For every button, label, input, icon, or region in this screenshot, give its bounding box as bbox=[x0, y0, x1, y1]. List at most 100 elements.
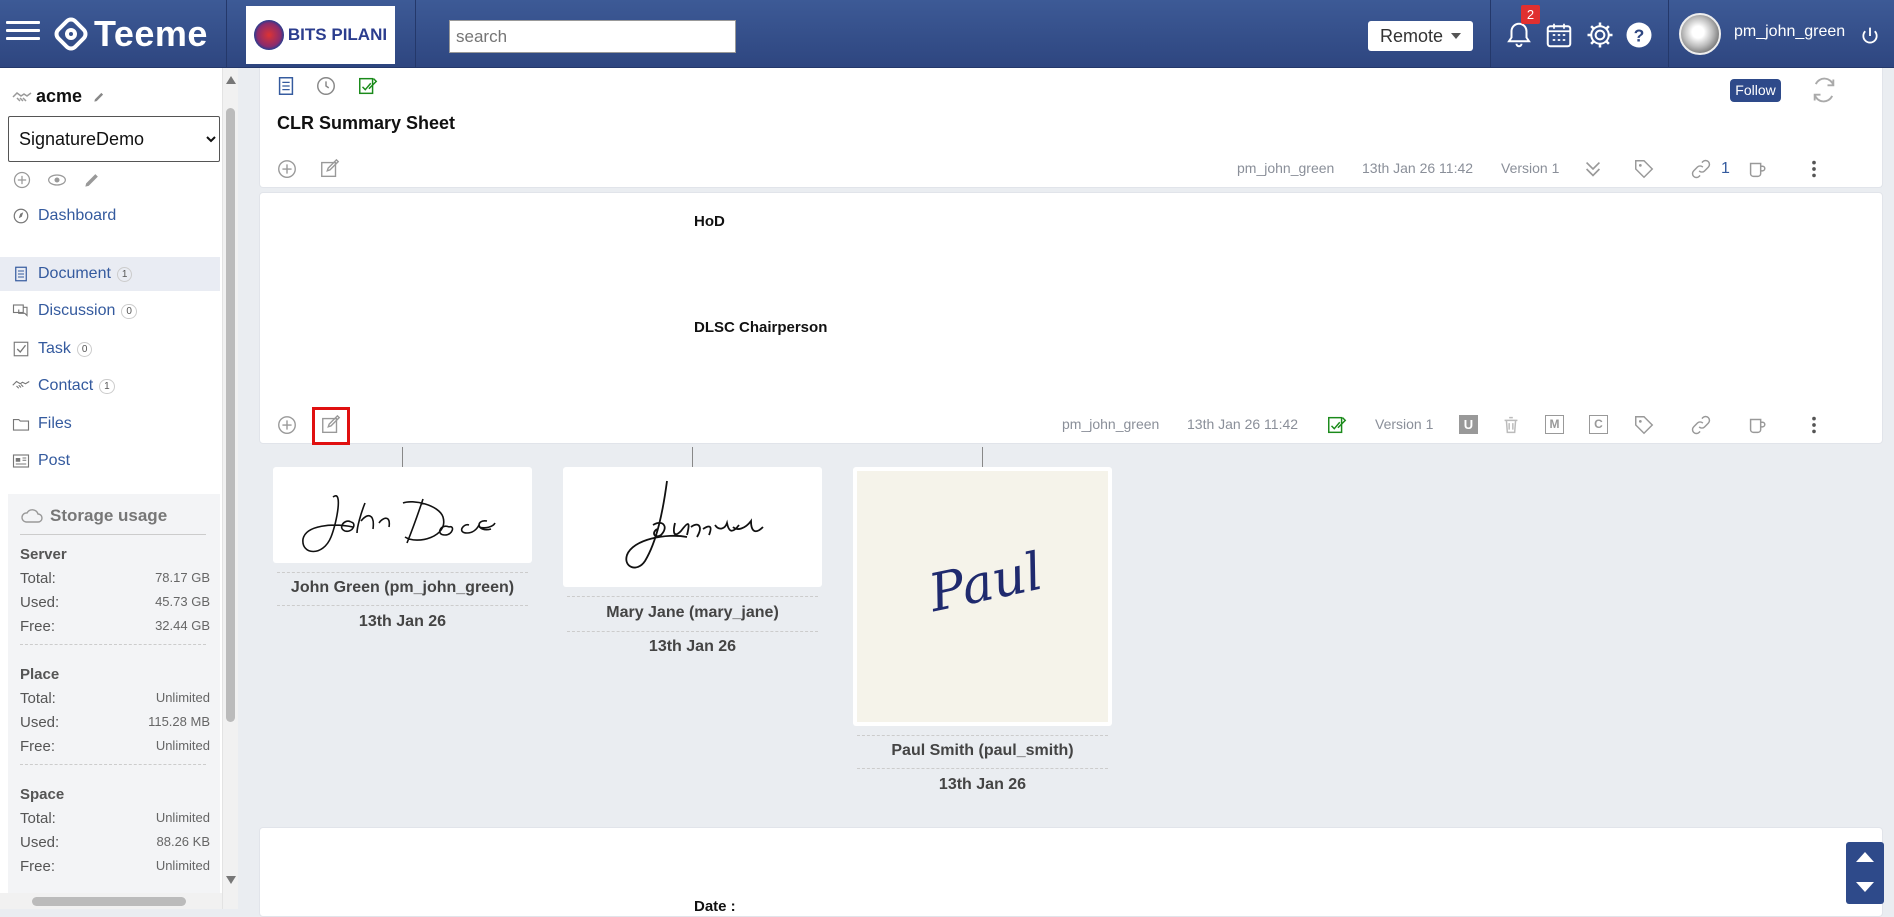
power-icon[interactable] bbox=[1860, 26, 1880, 46]
date-field-label: Date : bbox=[694, 898, 736, 915]
refresh-icon[interactable] bbox=[1808, 76, 1840, 104]
chevron-down-icon bbox=[1451, 33, 1462, 39]
storage-row: Used: 45.73 GB bbox=[20, 594, 210, 611]
sidebar-item-contact[interactable]: Contact 1 bbox=[0, 369, 220, 403]
version-label[interactable]: Version 1 bbox=[1501, 160, 1559, 176]
pencil-icon[interactable] bbox=[82, 170, 102, 190]
sidebar-hscrollbar[interactable] bbox=[0, 893, 222, 909]
more-vertical-icon[interactable] bbox=[1803, 414, 1825, 436]
storage-value: Unlimited bbox=[155, 858, 210, 873]
signature-card[interactable] bbox=[273, 467, 532, 563]
section-card bbox=[259, 827, 1883, 917]
eye-icon[interactable] bbox=[46, 170, 68, 190]
edit-icon[interactable] bbox=[319, 158, 341, 180]
storage-row: Used: 88.26 KB bbox=[20, 834, 210, 851]
scroll-down-icon[interactable] bbox=[226, 876, 236, 884]
username[interactable]: pm_john_green bbox=[1734, 23, 1845, 41]
app-logo[interactable]: Teeme bbox=[54, 12, 208, 56]
tag-icon[interactable] bbox=[1633, 158, 1655, 180]
teeme-logo-icon bbox=[54, 17, 88, 51]
cloud-icon bbox=[21, 509, 43, 523]
place-actions bbox=[12, 170, 102, 190]
sidebar-item-label: Dashboard bbox=[38, 207, 117, 224]
move-badge[interactable]: M bbox=[1545, 415, 1564, 434]
storage-section-title: Space bbox=[20, 786, 65, 803]
sidebar-item-files[interactable]: Files bbox=[0, 407, 220, 441]
sidebar-item-label: Discussion bbox=[38, 302, 116, 319]
copy-badge[interactable]: C bbox=[1589, 415, 1608, 434]
space-title: acme bbox=[12, 86, 106, 107]
author-label: pm_john_green bbox=[1237, 160, 1335, 176]
help-icon[interactable]: ? bbox=[1624, 20, 1654, 50]
approved-document-icon[interactable] bbox=[1326, 414, 1348, 436]
more-vertical-icon[interactable] bbox=[1803, 158, 1825, 180]
storage-row: Total: Unlimited bbox=[20, 810, 210, 827]
signature-date: 13th Jan 26 bbox=[938, 776, 1027, 793]
avatar[interactable] bbox=[1679, 13, 1721, 55]
storage-section-title: Place bbox=[20, 666, 60, 683]
signer-name: Paul Smith (paul_smith) bbox=[891, 742, 1074, 759]
bell-icon[interactable] bbox=[1504, 20, 1534, 50]
calendar-icon[interactable] bbox=[1544, 20, 1574, 50]
tag-icon[interactable] bbox=[1633, 414, 1655, 436]
storage-value: Unlimited bbox=[155, 810, 210, 825]
clock-icon[interactable] bbox=[315, 75, 337, 97]
cup-icon[interactable] bbox=[1746, 414, 1768, 436]
search-input[interactable] bbox=[449, 20, 736, 53]
chat-icon bbox=[12, 304, 28, 317]
sidebar-item-post[interactable]: Post bbox=[0, 444, 220, 478]
sidebar-item-task[interactable]: Task 0 bbox=[0, 332, 220, 366]
approved-document-icon[interactable] bbox=[357, 75, 379, 97]
menu-icon[interactable] bbox=[6, 16, 40, 48]
section-card bbox=[259, 192, 1883, 444]
storage-value: 115.28 MB bbox=[148, 714, 210, 729]
add-icon[interactable] bbox=[12, 170, 32, 190]
signer-name: Mary Jane (mary_jane) bbox=[606, 604, 779, 621]
app-name: Teeme bbox=[94, 13, 208, 54]
add-icon[interactable] bbox=[276, 414, 298, 436]
document-icon[interactable] bbox=[275, 75, 297, 97]
mode-select[interactable]: Remote bbox=[1368, 21, 1473, 51]
version-label[interactable]: Version 1 bbox=[1375, 416, 1433, 432]
storage-value: Unlimited bbox=[155, 690, 210, 705]
link-icon[interactable] bbox=[1690, 158, 1712, 180]
double-chevron-down-icon[interactable] bbox=[1582, 158, 1604, 180]
sidebar-item-label: Post bbox=[38, 452, 71, 469]
signature-card[interactable] bbox=[563, 467, 822, 587]
storage-key: Used: bbox=[20, 594, 60, 611]
signer-name: John Green (pm_john_green) bbox=[290, 579, 515, 596]
pencil-icon[interactable] bbox=[92, 90, 106, 104]
seal-icon bbox=[253, 20, 284, 50]
scroll-up-button[interactable] bbox=[1856, 852, 1874, 862]
scroll-up-icon[interactable] bbox=[226, 76, 236, 84]
trash-icon[interactable] bbox=[1500, 414, 1522, 436]
storage-key: Free: bbox=[20, 738, 56, 755]
handshake-icon bbox=[12, 380, 30, 389]
link-count[interactable]: 1 bbox=[1721, 160, 1730, 178]
storage-row: Used: 115.28 MB bbox=[20, 714, 210, 731]
signature-date: 13th Jan 26 bbox=[648, 638, 737, 655]
sidebar-item-document[interactable]: Document 1 bbox=[0, 257, 220, 291]
storage-row: Free: 32.44 GB bbox=[20, 618, 210, 635]
gear-icon[interactable] bbox=[1585, 20, 1615, 50]
storage-section-title: Server bbox=[20, 546, 67, 563]
unlock-badge[interactable]: U bbox=[1459, 415, 1478, 434]
add-icon[interactable] bbox=[276, 158, 298, 180]
place-select[interactable]: SignatureDemo bbox=[8, 116, 220, 162]
cup-icon[interactable] bbox=[1746, 158, 1768, 180]
scroll-down-button[interactable] bbox=[1856, 882, 1874, 892]
scrollbar-thumb[interactable] bbox=[32, 897, 186, 906]
sidebar-item-discussion[interactable]: Discussion 0 bbox=[0, 294, 220, 328]
storage-key: Free: bbox=[20, 618, 56, 635]
link-icon[interactable] bbox=[1690, 414, 1712, 436]
sidebar-scrollbar[interactable] bbox=[222, 68, 238, 909]
storage-row: Free: Unlimited bbox=[20, 858, 210, 875]
storage-key: Total: bbox=[20, 570, 56, 587]
sidebar-item-dashboard[interactable]: Dashboard bbox=[0, 199, 220, 233]
follow-button[interactable]: Follow bbox=[1730, 79, 1781, 102]
scrollbar-thumb[interactable] bbox=[226, 108, 235, 722]
org-logo-text: BITS PILANI bbox=[287, 25, 388, 44]
author-label: pm_john_green bbox=[1062, 416, 1160, 432]
signature-date: 13th Jan 26 bbox=[358, 613, 447, 630]
signature-card[interactable]: Paul bbox=[853, 467, 1112, 726]
